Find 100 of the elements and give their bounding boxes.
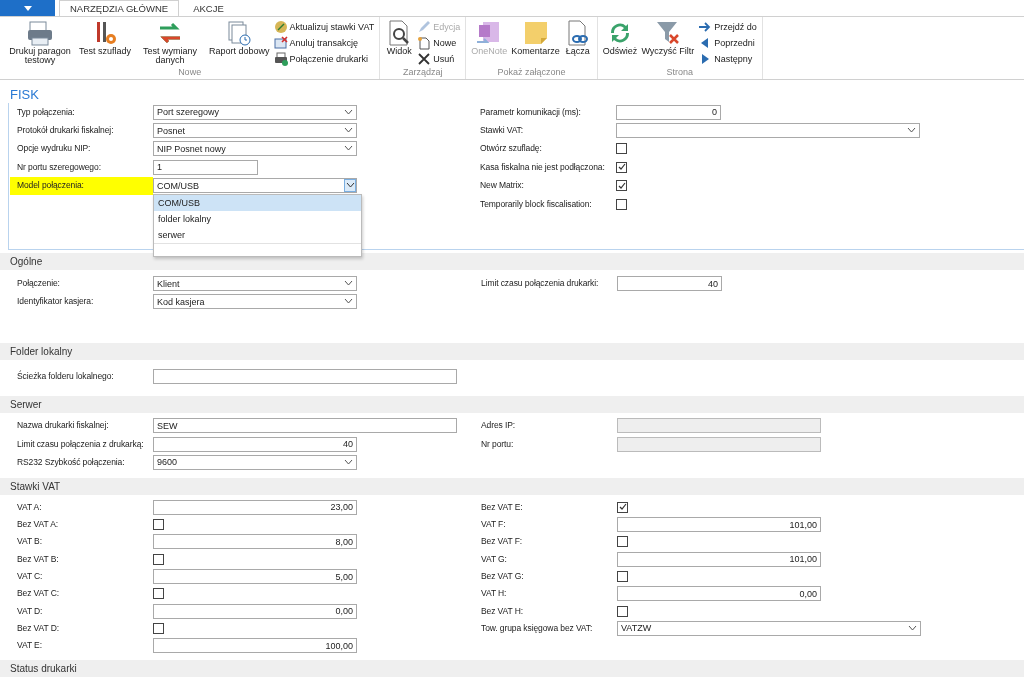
ribbon-button[interactable]: Anuluj transakcję [271,35,377,51]
input-field[interactable] [153,368,457,384]
field-label: VAT A: [17,500,43,514]
input-field[interactable]: 23,00 [153,499,357,515]
field-label: Typ połączenia: [17,105,76,119]
input-field[interactable]: 8,00 [153,534,357,550]
dropdown-toggle[interactable] [344,179,356,193]
field-label: VAT E: [17,639,43,653]
field-label: Temporarily block fiscalisation: [480,197,593,211]
checkbox[interactable] [616,180,627,192]
card-cross-icon [273,36,288,50]
chevron-down-icon [344,146,353,152]
input-field[interactable]: 0,00 [617,586,821,602]
close-icon [417,52,432,66]
pencil-icon [417,20,432,34]
dropdown-option[interactable]: folder lokalny [154,211,361,228]
dropdown-field[interactable]: Kod kasjera [153,294,357,310]
checkbox[interactable] [153,588,164,600]
input-field[interactable]: 5,00 [153,569,357,584]
ribbon-button[interactable]: Usuń [415,51,463,67]
checkbox[interactable] [153,622,164,634]
ribbon-tab[interactable]: NARZĘDZIA GŁÓWNE [59,0,180,16]
ribbon-button[interactable]: Przejdź do [696,19,759,35]
field-label: Parametr komunikacji (ms): [480,105,582,119]
ribbon-button[interactable]: Poprzedni [696,35,759,51]
chevron-down-icon [344,128,353,134]
field-label: VAT H: [481,587,508,601]
group-label: Strona [665,67,695,79]
field-label: Bez VAT G: [481,570,525,583]
checkbox[interactable] [153,553,164,565]
checkbox[interactable] [617,571,628,582]
field-label: Ścieżka folderu lokalnego: [17,369,115,383]
section-header: Stawki VAT [0,477,1024,495]
checkbox[interactable] [617,605,628,617]
input-field[interactable]: 40 [153,436,357,452]
field-label: Bez VAT F: [481,535,524,549]
field-label: Połączenie: [17,277,61,291]
arrow-right-icon [698,20,713,34]
ribbon-button[interactable]: Połączenie drukarki [271,51,377,67]
ribbon-button[interactable]: Odśwież [600,19,640,57]
section-header: Folder lokalny [0,343,1024,361]
field-label: Bez VAT A: [17,518,60,532]
field-label: VAT G: [481,552,508,566]
dropdown-field[interactable]: Klient [153,276,357,292]
input-field[interactable]: 1 [153,159,258,175]
dropdown-option[interactable]: COM/USB [154,195,361,212]
field-label: Bez VAT B: [17,552,60,566]
ribbon-button[interactable]: Łącza [561,19,594,57]
field-label: Bez VAT H: [481,604,524,618]
field-label: VAT D: [17,604,44,618]
field-label: Opcje wydruku NIP: [17,142,92,156]
ribbon-button[interactable]: Test wymiany danych [133,19,208,66]
app-menu-button[interactable] [0,0,55,16]
input-field[interactable]: SEW [153,418,457,434]
checkbox[interactable] [617,501,628,513]
field-label: Nr portu: [481,437,515,451]
page-title: FISK [9,86,40,103]
ribbon-button[interactable]: Nowe [415,35,463,51]
dropdown-option[interactable]: serwer [154,227,361,244]
checkbox[interactable] [616,143,627,155]
printer-icon [26,19,54,47]
field-label: Bez VAT E: [481,500,524,514]
ribbon-button[interactable]: Następny [696,51,759,67]
input-field[interactable]: 100,00 [153,638,357,654]
field-label: Limit czasu połączenia drukarki: [481,277,600,291]
section-header: Serwer [0,395,1024,413]
input-field[interactable] [617,418,821,434]
field-label: Nazwa drukarki fiskalnej: [17,419,110,433]
input-field[interactable] [617,436,821,452]
ribbon-button[interactable]: Aktualizuj stawki VAT [271,19,377,35]
dropdown-field[interactable]: VATZW [617,620,921,636]
ribbon-button[interactable]: Drukuj paragon testowy [3,19,77,66]
ribbon-tab[interactable]: AKCJE [183,0,234,16]
input-field[interactable]: 101,00 [617,517,821,533]
input-field[interactable]: 101,00 [617,551,821,567]
dropdown-field[interactable]: Posnet [153,123,357,139]
dropdown-field[interactable] [616,123,920,139]
field-label: VAT B: [17,535,43,549]
field-label: Limit czasu połączenia z drukarką: [17,437,145,451]
ribbon-button[interactable]: Raport dobowy [207,19,272,57]
field-label: Model połączenia: [10,176,153,195]
dropdown-field[interactable]: COM/USB [153,178,357,194]
input-field[interactable]: 0,00 [153,603,357,619]
dropdown-field[interactable]: 9600 [153,455,357,470]
input-field[interactable]: 40 [617,276,722,292]
ribbon-button[interactable]: Widok [383,19,416,57]
group-label: Zarządzaj [402,67,444,79]
ribbon-button[interactable]: Test szuflady [77,19,134,57]
input-field[interactable]: 0 [616,104,721,120]
caret-icon [23,5,32,11]
dropdown-field[interactable]: NIP Posnet nowy [153,141,357,157]
field-label: Nr portu szeregowego: [17,160,102,174]
checkbox[interactable] [153,519,164,531]
field-label: VAT F: [481,518,507,532]
checkbox[interactable] [616,161,627,173]
ribbon-button[interactable]: Wyczyść Filtr [639,19,697,57]
checkbox[interactable] [617,536,628,548]
checkbox[interactable] [616,198,627,210]
dropdown-field[interactable]: Port szeregowy [153,104,357,120]
ribbon-button[interactable]: Komentarze [509,19,562,57]
